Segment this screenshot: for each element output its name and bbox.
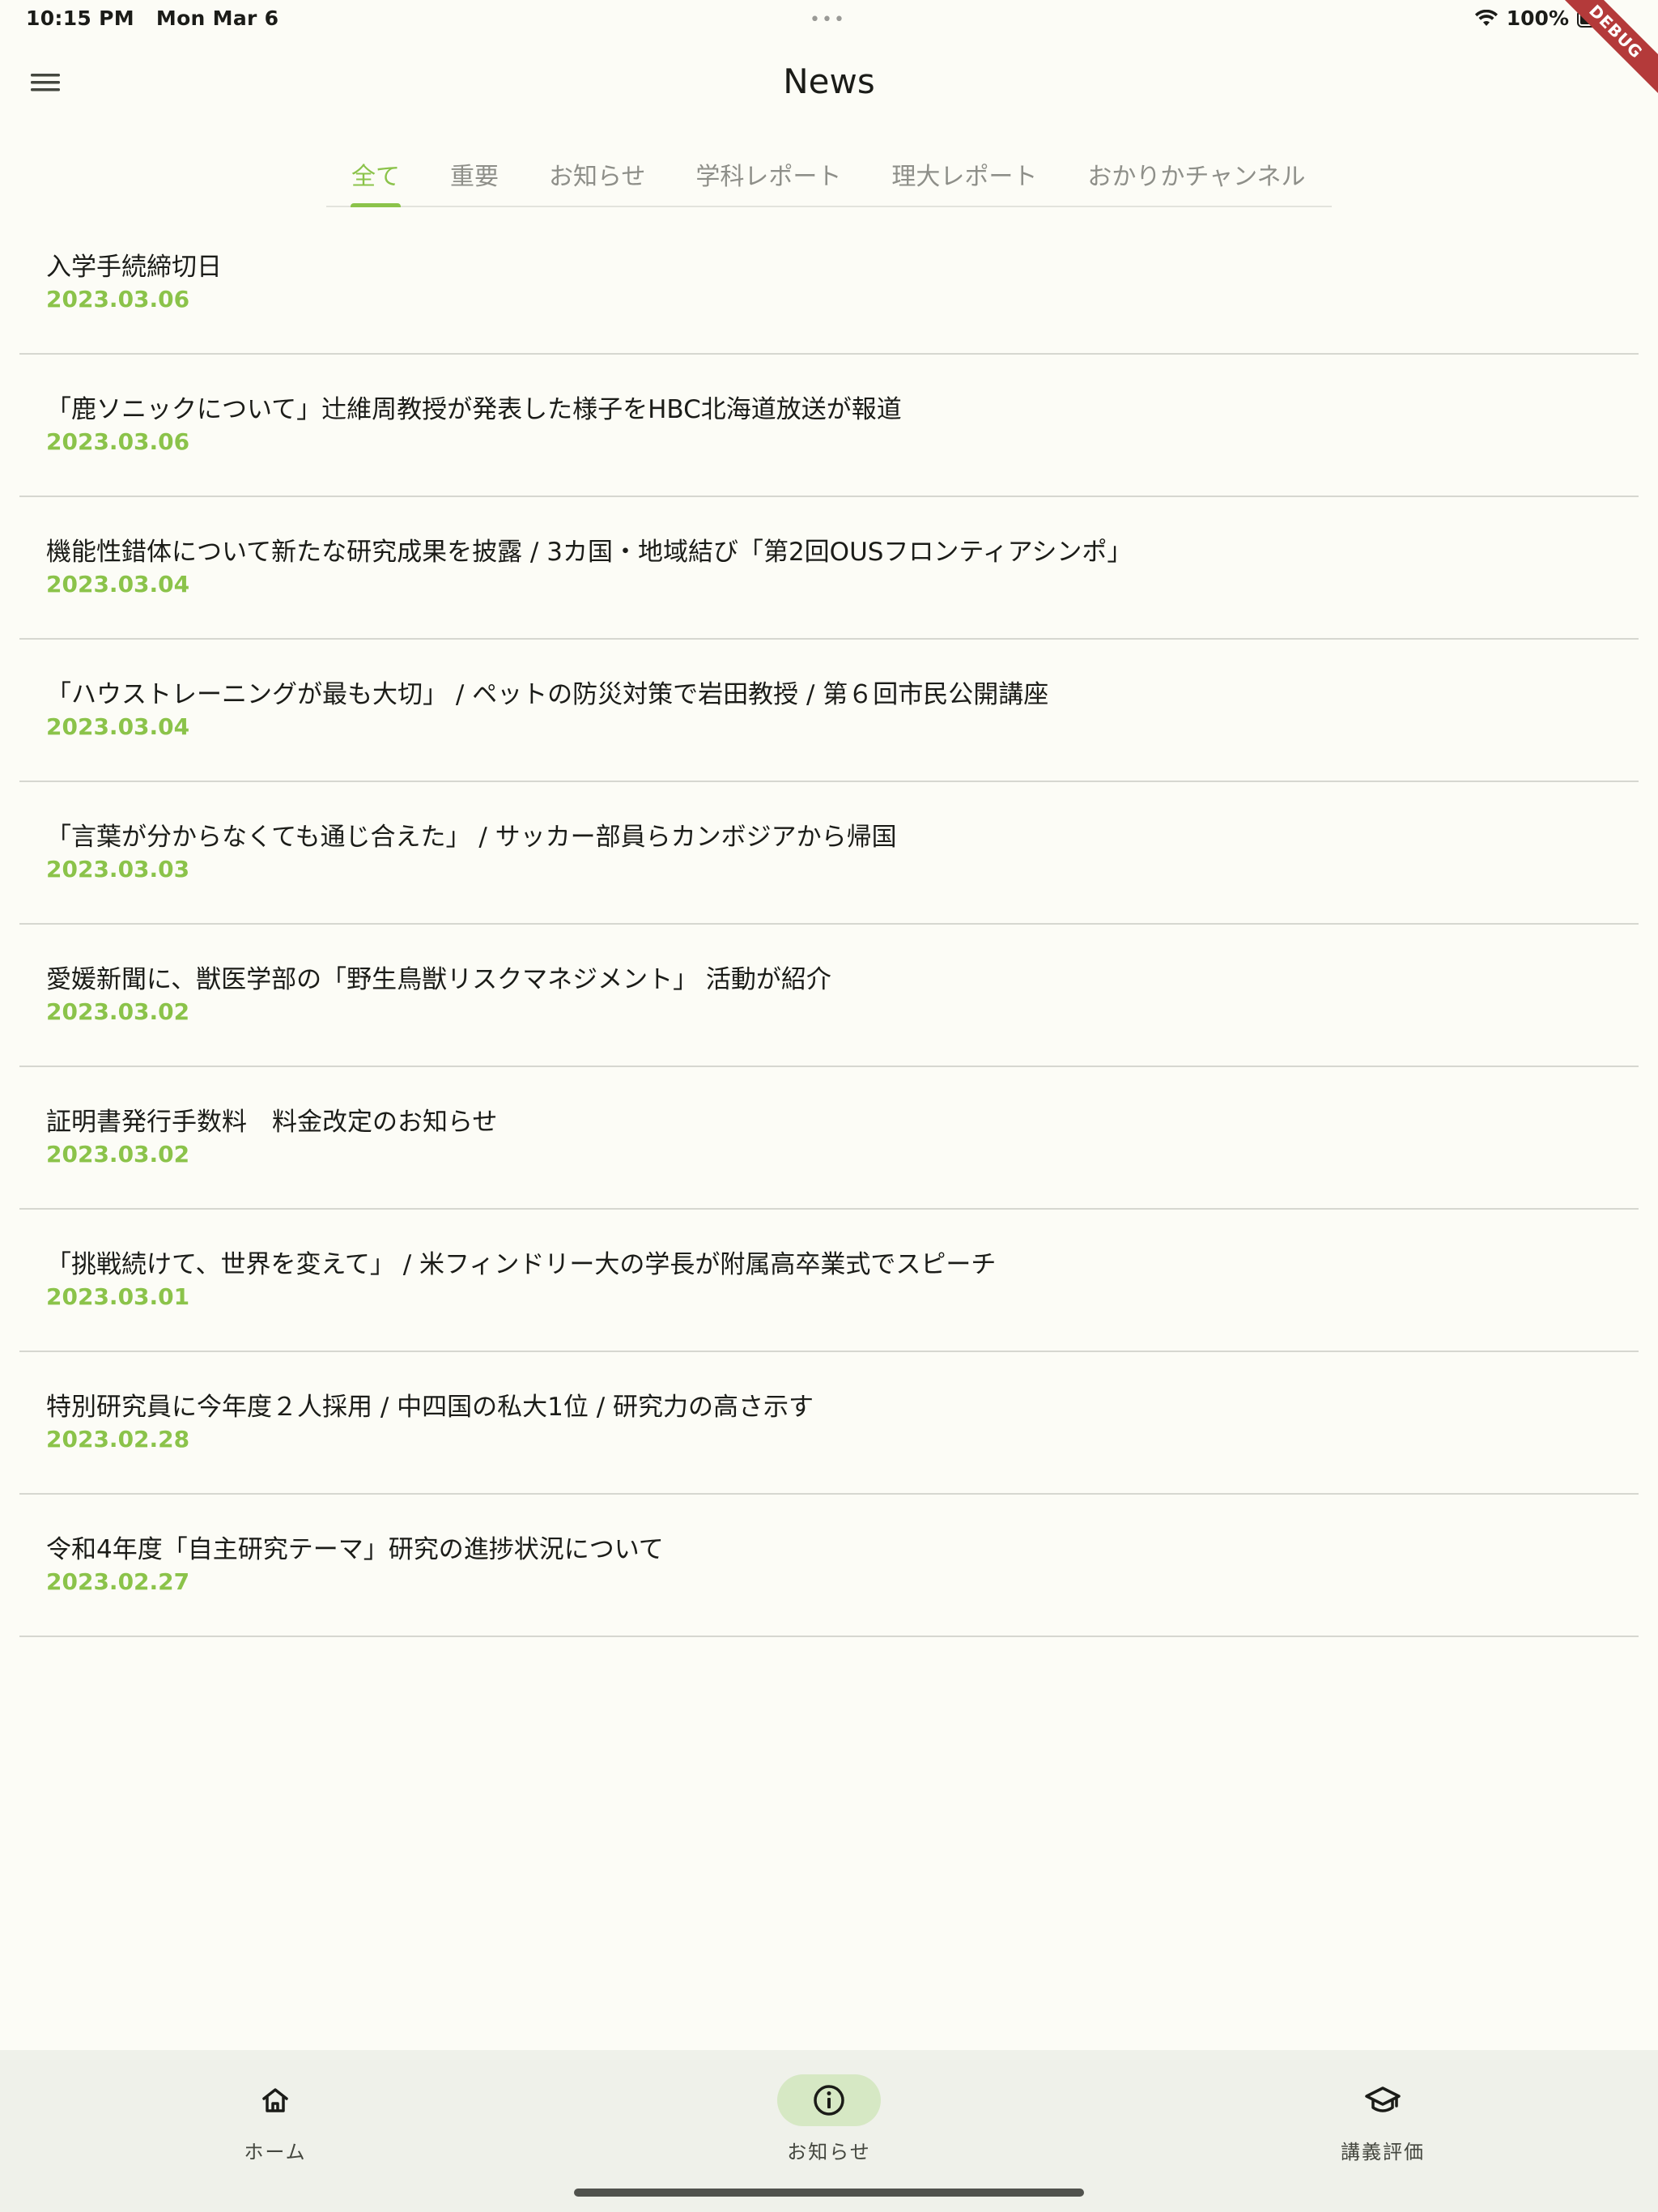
news-list-item[interactable]: 「言葉が分からなくても通じ合えた」 / サッカー部員らカンボジアから帰国 202…	[19, 782, 1639, 925]
graduation-cap-icon	[1365, 2087, 1401, 2112]
page-title: News	[783, 62, 875, 101]
status-time: 10:15 PM Mon Mar 6	[26, 6, 278, 30]
news-title: 特別研究員に今年度２人採用 / 中四国の私大1位 / 研究力の高さ示す	[46, 1393, 814, 1422]
news-date: 2023.03.06	[46, 428, 190, 455]
news-list-item[interactable]: 入学手続締切日 2023.03.06	[19, 212, 1639, 355]
news-date: 2023.02.28	[46, 1426, 190, 1453]
news-date: 2023.03.01	[46, 1283, 190, 1310]
app-bar: News	[0, 39, 1658, 133]
status-bar: 10:15 PM Mon Mar 6 ••• 100% DEBUG	[0, 0, 1658, 104]
news-date: 2023.02.27	[46, 1568, 190, 1595]
wifi-icon	[1474, 9, 1499, 28]
nav-lecture-label: 講義評価	[1341, 2141, 1425, 2163]
tab-important[interactable]: 重要	[425, 143, 524, 206]
nav-lecture-pill	[1331, 2074, 1435, 2126]
nav-news-button[interactable]: お知らせ	[708, 2074, 950, 2164]
news-list-item[interactable]: 愛媛新聞に、獣医学部の「野生鳥獣リスクマネジメント」 活動が紹介 2023.03…	[19, 925, 1639, 1067]
news-title: 機能性錯体について新たな研究成果を披露 / 3カ国・地域結び「第2回OUSフロン…	[46, 538, 1133, 567]
bottom-navigation-bar: ホーム お知らせ 講義評価	[0, 2050, 1658, 2212]
nav-lecture-evaluation-button[interactable]: 講義評価	[1261, 2074, 1504, 2164]
news-date: 2023.03.03	[46, 856, 190, 883]
tab-university-report[interactable]: 理大レポート	[866, 143, 1062, 206]
news-title: 入学手続締切日	[46, 253, 222, 282]
home-indicator[interactable]	[574, 2189, 1084, 2197]
news-list-item[interactable]: 特別研究員に今年度２人採用 / 中四国の私大1位 / 研究力の高さ示す 2023…	[19, 1352, 1639, 1495]
news-list-item[interactable]: 「挑戦続けて、世界を変えて」 / 米フィンドリー大の学長が附属高卒業式でスピーチ…	[19, 1210, 1639, 1352]
news-title: 「鹿ソニックについて」辻維周教授が発表した様子をHBC北海道放送が報道	[46, 395, 902, 424]
nav-news-label: お知らせ	[787, 2141, 871, 2163]
nav-home-pill	[223, 2074, 327, 2126]
tab-notices[interactable]: お知らせ	[524, 143, 670, 206]
news-date: 2023.03.02	[46, 1141, 190, 1168]
news-title: 「言葉が分からなくても通じ合えた」 / サッカー部員らカンボジアから帰国	[46, 823, 897, 852]
news-date: 2023.03.04	[46, 713, 190, 740]
news-list-item[interactable]: 「鹿ソニックについて」辻維周教授が発表した様子をHBC北海道放送が報道 2023…	[19, 355, 1639, 497]
news-date: 2023.03.06	[46, 286, 190, 313]
multitasking-dots-icon[interactable]: •••	[810, 10, 846, 30]
status-time-text: 10:15 PM	[26, 6, 134, 30]
news-list-item[interactable]: 「ハウストレーニングが最も大切」 / ペットの防災対策で岩田教授 / 第６回市民…	[19, 640, 1639, 782]
nav-home-label: ホーム	[244, 2141, 307, 2163]
tab-okarika-channel[interactable]: おかりかチャンネル	[1062, 143, 1330, 206]
news-title: 愛媛新聞に、獣医学部の「野生鳥獣リスクマネジメント」 活動が紹介	[46, 965, 831, 994]
status-date-text: Mon Mar 6	[155, 6, 279, 30]
home-icon	[262, 2088, 288, 2112]
news-title: 「挑戦続けて、世界を変えて」 / 米フィンドリー大の学長が附属高卒業式でスピーチ	[46, 1250, 997, 1279]
news-list-item[interactable]: 機能性錯体について新たな研究成果を披露 / 3カ国・地域結び「第2回OUSフロン…	[19, 497, 1639, 640]
news-date: 2023.03.02	[46, 998, 190, 1025]
battery-percent: 100%	[1506, 6, 1569, 30]
nav-home-button[interactable]: ホーム	[154, 2074, 397, 2164]
news-list-item[interactable]: 証明書発行手数料 料金改定のお知らせ 2023.03.02	[19, 1067, 1639, 1210]
news-title: 証明書発行手数料 料金改定のお知らせ	[46, 1108, 498, 1137]
news-list-item[interactable]: 令和4年度「自主研究テーマ」研究の進捗状況について 2023.02.27	[19, 1495, 1639, 1637]
app-root: 10:15 PM Mon Mar 6 ••• 100% DEBUG News 全…	[0, 0, 1658, 2212]
nav-news-pill	[777, 2074, 881, 2126]
news-date: 2023.03.04	[46, 571, 190, 598]
tab-all[interactable]: 全て	[326, 143, 425, 207]
news-title: 令和4年度「自主研究テーマ」研究の進捗状況について	[46, 1535, 664, 1564]
info-icon	[814, 2085, 844, 2116]
news-list: 入学手続締切日 2023.03.06 「鹿ソニックについて」辻維周教授が発表した…	[19, 212, 1639, 1637]
news-title: 「ハウストレーニングが最も大切」 / ペットの防災対策で岩田教授 / 第６回市民…	[46, 680, 1049, 709]
tab-department-report[interactable]: 学科レポート	[670, 143, 866, 206]
category-tab-bar: 全て 重要 お知らせ 学科レポート 理大レポート おかりかチャンネル	[326, 143, 1332, 207]
